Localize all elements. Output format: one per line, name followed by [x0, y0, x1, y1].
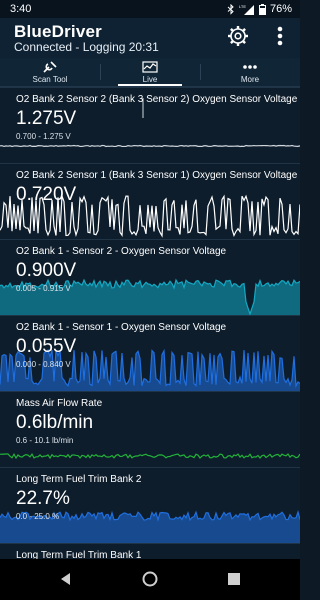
- tab-more[interactable]: More: [200, 58, 300, 86]
- more-icon[interactable]: [268, 24, 292, 48]
- svg-text:LTE: LTE: [239, 4, 246, 9]
- live-sensor-list[interactable]: O2 Bank 2 Sensor 2 (Bank 3 Sensor 2) Oxy…: [0, 87, 300, 559]
- sensor-card[interactable]: Long Term Fuel Trim Bank 2 22.7% 0.0 - 2…: [0, 467, 300, 544]
- sensor-title: O2 Bank 1 - Sensor 2 - Oxygen Sensor Vol…: [16, 246, 227, 257]
- sensor-value: 0.055V: [16, 336, 77, 357]
- tab-more-label: More: [240, 75, 260, 84]
- sensor-value: 0.900V: [16, 260, 77, 281]
- tab-live[interactable]: Live: [100, 58, 200, 86]
- gear-icon[interactable]: [226, 24, 250, 48]
- tab-scan-tool-label: Scan Tool: [32, 75, 68, 84]
- sensor-value: 0.720V: [16, 184, 77, 205]
- sensor-card[interactable]: Long Term Fuel Trim Bank 1: [0, 543, 300, 559]
- brand-part-blue: Blue: [14, 22, 52, 41]
- sensor-graph-line: [0, 452, 300, 460]
- sensor-value: 1.275V: [16, 108, 77, 129]
- sensor-title: Mass Air Flow Rate: [16, 398, 103, 409]
- sensor-range: 0.0 - 25.0 %: [16, 512, 60, 521]
- connection-status: Connected - Logging 20:31: [14, 40, 159, 54]
- status-time: 3:40: [10, 3, 32, 15]
- sensor-range: 0.005 - 0.915 V: [16, 284, 71, 293]
- more-dots-icon: [243, 65, 257, 69]
- status-bar: 3:40 LTE 76%: [0, 0, 300, 18]
- sensor-title: O2 Bank 2 Sensor 2 (Bank 3 Sensor 2) Oxy…: [16, 94, 298, 105]
- sensor-range: 0.6 - 10.1 lb/min: [16, 436, 74, 445]
- system-nav-bar: [0, 559, 300, 600]
- tab-scan-tool[interactable]: Scan Tool: [0, 58, 100, 86]
- app-brand: BlueDriver: [14, 22, 102, 42]
- sensor-range: 0.700 - 1.275 V: [16, 132, 71, 141]
- sensor-card[interactable]: O2 Bank 1 - Sensor 2 - Oxygen Sensor Vol…: [0, 239, 300, 316]
- tab-live-label: Live: [142, 75, 158, 84]
- lte-signal-icon: LTE: [239, 4, 254, 15]
- sensor-card[interactable]: O2 Bank 1 - Sensor 1 - Oxygen Sensor Vol…: [0, 315, 300, 392]
- sensor-title: Long Term Fuel Trim Bank 1: [16, 550, 142, 559]
- app-header: BlueDriver Connected - Logging 20:31: [0, 18, 300, 58]
- tab-bar: Scan Tool Live More: [0, 58, 300, 87]
- sensor-value: 22.7%: [16, 488, 70, 509]
- sensor-title: O2 Bank 1 - Sensor 1 - Oxygen Sensor Vol…: [16, 322, 227, 333]
- battery-percent: 76%: [269, 3, 292, 15]
- back-icon[interactable]: [56, 569, 76, 589]
- sensor-graph-line: [0, 144, 300, 148]
- sensor-range: 0.000 - 0.840 V: [16, 360, 71, 369]
- sensor-value: 0.6lb/min: [16, 412, 94, 433]
- sensor-card[interactable]: Mass Air Flow Rate 0.6lb/min 0.6 - 10.1 …: [0, 391, 300, 468]
- battery-icon: [258, 3, 266, 15]
- recents-icon[interactable]: [224, 569, 244, 589]
- live-graph-icon: [142, 61, 158, 73]
- sensor-card[interactable]: O2 Bank 2 Sensor 1 (Bank 3 Sensor 1) Oxy…: [0, 163, 300, 240]
- bluetooth-icon: [227, 3, 234, 15]
- status-icons: LTE 76%: [227, 3, 292, 15]
- home-icon[interactable]: [140, 569, 160, 589]
- sensor-title: Long Term Fuel Trim Bank 2: [16, 474, 142, 485]
- scan-tool-icon: [43, 61, 57, 73]
- brand-part-driver: Driver: [51, 22, 102, 41]
- sensor-card[interactable]: O2 Bank 2 Sensor 2 (Bank 3 Sensor 2) Oxy…: [0, 87, 300, 164]
- sensor-title: O2 Bank 2 Sensor 1 (Bank 3 Sensor 1) Oxy…: [16, 170, 298, 181]
